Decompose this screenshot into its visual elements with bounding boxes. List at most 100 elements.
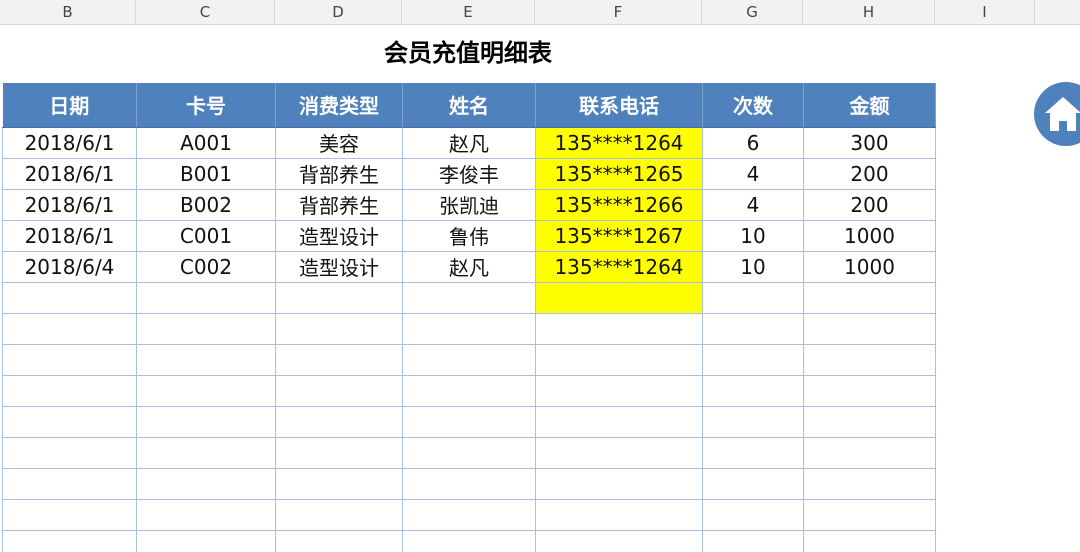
cell-card-number[interactable]: B002 (136, 188, 276, 221)
empty-cell[interactable] (803, 343, 936, 376)
column-header-h[interactable]: H (803, 0, 935, 24)
empty-cell[interactable] (136, 436, 276, 469)
empty-cell[interactable] (275, 312, 403, 345)
empty-cell[interactable] (2, 498, 137, 531)
empty-cell[interactable] (402, 343, 536, 376)
cell-name[interactable]: 赵凡 (402, 126, 536, 159)
empty-cell[interactable] (702, 467, 804, 500)
cell-date[interactable]: 2018/6/1 (2, 219, 137, 252)
empty-cell[interactable] (535, 374, 703, 407)
empty-cell[interactable] (136, 343, 276, 376)
empty-cell[interactable] (402, 467, 536, 500)
cell-consumption-type[interactable]: 美容 (275, 126, 403, 159)
empty-cell[interactable] (136, 281, 276, 314)
empty-cell[interactable] (136, 374, 276, 407)
cell-phone[interactable]: 135****1266 (535, 188, 703, 221)
empty-cell[interactable] (275, 529, 403, 552)
empty-cell[interactable] (402, 498, 536, 531)
empty-cell[interactable] (275, 498, 403, 531)
home-button[interactable] (1034, 82, 1080, 146)
empty-cell[interactable] (2, 374, 137, 407)
cell-count[interactable]: 4 (702, 157, 804, 190)
empty-cell[interactable] (2, 312, 137, 345)
cell-phone[interactable]: 135****1264 (535, 250, 703, 283)
empty-cell[interactable] (535, 312, 703, 345)
cell-phone[interactable]: 135****1267 (535, 219, 703, 252)
empty-cell[interactable] (535, 405, 703, 438)
empty-cell[interactable] (275, 374, 403, 407)
cell-card-number[interactable]: C001 (136, 219, 276, 252)
empty-cell[interactable] (136, 405, 276, 438)
empty-cell[interactable] (275, 405, 403, 438)
cell-phone[interactable]: 135****1264 (535, 126, 703, 159)
cell-count[interactable]: 6 (702, 126, 804, 159)
empty-cell[interactable] (535, 467, 703, 500)
column-header-f[interactable]: F (535, 0, 702, 24)
empty-cell[interactable] (2, 343, 137, 376)
empty-cell[interactable] (275, 281, 403, 314)
empty-cell[interactable] (702, 281, 804, 314)
cell-amount[interactable]: 1000 (803, 250, 936, 283)
cell-consumption-type[interactable]: 造型设计 (275, 219, 403, 252)
empty-cell[interactable] (402, 436, 536, 469)
column-header-b[interactable]: B (0, 0, 136, 24)
empty-cell[interactable] (2, 529, 137, 552)
empty-cell[interactable] (702, 374, 804, 407)
empty-cell[interactable] (803, 529, 936, 552)
empty-cell[interactable] (803, 498, 936, 531)
header-name[interactable]: 姓名 (402, 83, 536, 128)
column-header-d[interactable]: D (275, 0, 402, 24)
empty-cell[interactable] (402, 374, 536, 407)
empty-cell[interactable] (803, 374, 936, 407)
cell-name[interactable]: 赵凡 (402, 250, 536, 283)
empty-cell[interactable] (2, 467, 137, 500)
cell-name[interactable]: 鲁伟 (402, 219, 536, 252)
empty-cell[interactable] (136, 529, 276, 552)
empty-cell[interactable] (535, 343, 703, 376)
empty-cell[interactable] (2, 281, 137, 314)
cell-count[interactable]: 4 (702, 188, 804, 221)
empty-cell[interactable] (402, 281, 536, 314)
cell-date[interactable]: 2018/6/1 (2, 157, 137, 190)
empty-cell[interactable] (275, 467, 403, 500)
empty-cell[interactable] (803, 467, 936, 500)
cell-date[interactable]: 2018/6/1 (2, 126, 137, 159)
empty-cell[interactable] (402, 405, 536, 438)
cell-card-number[interactable]: A001 (136, 126, 276, 159)
empty-cell[interactable] (402, 312, 536, 345)
cell-consumption-type[interactable]: 背部养生 (275, 188, 403, 221)
cell-consumption-type[interactable]: 背部养生 (275, 157, 403, 190)
empty-cell[interactable] (136, 498, 276, 531)
cell-phone[interactable]: 135****1265 (535, 157, 703, 190)
empty-cell[interactable] (136, 467, 276, 500)
column-header-c[interactable]: C (136, 0, 275, 24)
empty-cell[interactable] (702, 498, 804, 531)
cell-date[interactable]: 2018/6/1 (2, 188, 137, 221)
empty-cell[interactable] (803, 281, 936, 314)
empty-cell[interactable] (275, 343, 403, 376)
cell-name[interactable]: 李俊丰 (402, 157, 536, 190)
empty-cell[interactable] (535, 498, 703, 531)
cell-consumption-type[interactable]: 造型设计 (275, 250, 403, 283)
cell-amount[interactable]: 300 (803, 126, 936, 159)
empty-cell[interactable] (803, 405, 936, 438)
empty-cell[interactable] (702, 312, 804, 345)
header-card-number[interactable]: 卡号 (136, 83, 276, 128)
header-consumption-type[interactable]: 消费类型 (275, 83, 403, 128)
header-phone[interactable]: 联系电话 (535, 83, 703, 128)
empty-cell[interactable] (535, 529, 703, 552)
empty-cell[interactable] (702, 436, 804, 469)
header-date[interactable]: 日期 (2, 83, 137, 128)
empty-cell[interactable] (702, 405, 804, 438)
empty-cell[interactable] (702, 529, 804, 552)
empty-cell[interactable] (275, 436, 403, 469)
column-header-e[interactable]: E (402, 0, 535, 24)
empty-cell[interactable] (535, 281, 703, 314)
cell-count[interactable]: 10 (702, 250, 804, 283)
empty-cell[interactable] (803, 312, 936, 345)
cell-date[interactable]: 2018/6/4 (2, 250, 137, 283)
empty-cell[interactable] (803, 436, 936, 469)
empty-cell[interactable] (402, 529, 536, 552)
header-amount[interactable]: 金额 (803, 83, 936, 128)
cell-card-number[interactable]: C002 (136, 250, 276, 283)
